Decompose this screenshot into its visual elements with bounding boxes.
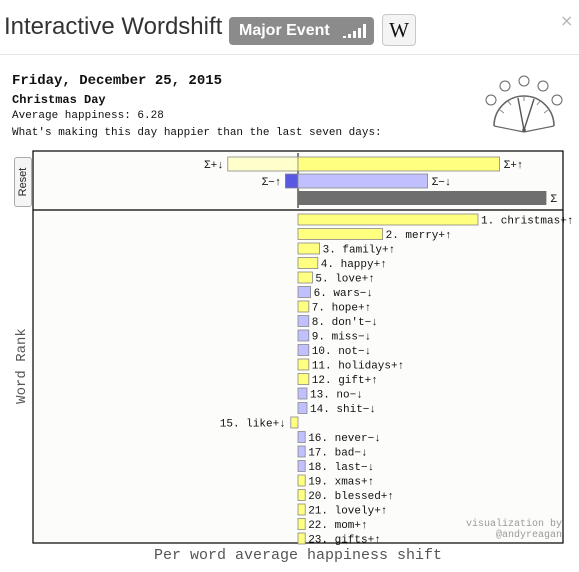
word-bar-3[interactable]	[297, 242, 321, 255]
word-label-11: 11. holidays+↑	[312, 361, 404, 373]
summary-label-neg_up: Σ−↑	[262, 177, 282, 189]
word-label-20: 20. blessed+↑	[308, 491, 394, 503]
word-label-8: 8. don't−↓	[312, 317, 378, 329]
word-label-17: 17. bad−↓	[308, 448, 367, 460]
word-bar-5[interactable]	[297, 271, 313, 284]
word-bar-1[interactable]	[297, 213, 479, 226]
word-bar-18[interactable]	[297, 460, 306, 472]
word-label-18: 18. last−↓	[308, 462, 374, 474]
word-label-2: 2. merry+↑	[386, 230, 452, 242]
word-label-5: 5. love+↑	[315, 274, 374, 286]
word-bar-22[interactable]	[297, 518, 306, 530]
word-bar-4[interactable]	[297, 257, 319, 269]
word-label-21: 21. lovely+↑	[308, 506, 387, 518]
word-bar-6[interactable]	[297, 286, 312, 298]
word-label-3: 3. family+↑	[323, 245, 396, 257]
word-label-1: 1. christmas+↑	[481, 216, 573, 228]
summary-bar-total[interactable]	[298, 191, 547, 205]
summary-label-pos_down: Σ+↓	[204, 160, 224, 172]
word-label-4: 4. happy+↑	[321, 259, 387, 271]
word-bar-8[interactable]	[297, 315, 310, 327]
wordshift-chart: Σ+↓ Σ+↑ Σ−↑ Σ−↓ Σ 1. christmas+↑ 2. merry+↑ 3.…	[32, 150, 573, 547]
word-bar-19[interactable]	[297, 474, 306, 487]
word-bar-7[interactable]	[297, 300, 310, 313]
word-label-9: 9. miss−↓	[312, 332, 371, 344]
word-bar-20[interactable]	[297, 489, 306, 501]
word-label-16: 16. never−↓	[308, 433, 381, 445]
y-axis-label: Word Rank	[14, 328, 30, 404]
summary-bar-neg_up[interactable]	[284, 173, 299, 189]
word-label-6: 6. wars−↓	[314, 288, 373, 300]
word-bar-15[interactable]	[290, 416, 299, 429]
summary-label-pos_up: Σ+↑	[504, 160, 524, 172]
word-bar-16[interactable]	[297, 431, 306, 443]
summary-label-neg_down: Σ−↓	[432, 177, 452, 189]
word-label-23: 23. gifts+↑	[308, 535, 381, 547]
summary-bar-pos_down[interactable]	[227, 156, 299, 172]
word-label-12: 12. gift+↑	[312, 375, 378, 387]
word-bar-13[interactable]	[297, 387, 308, 400]
word-bar-14[interactable]	[297, 402, 308, 414]
summary-label-total: Σ	[550, 194, 557, 206]
word-bar-11[interactable]	[297, 358, 310, 371]
word-bar-10[interactable]	[297, 344, 310, 356]
word-label-14: 14. shit−↓	[310, 404, 376, 416]
summary-bar-pos_up[interactable]	[297, 156, 501, 172]
word-bar-9[interactable]	[297, 329, 310, 342]
word-label-10: 10. not−↓	[312, 346, 371, 358]
word-label-7: 7. hope+↑	[312, 303, 371, 315]
word-bar-21[interactable]	[297, 503, 306, 516]
word-bar-17[interactable]	[297, 445, 306, 458]
word-bar-23[interactable]	[297, 532, 306, 545]
x-axis-label: Per word average happiness shift	[153, 547, 443, 564]
word-label-22: 22. mom+↑	[308, 520, 367, 532]
credit-line-2: @andyreagan	[495, 530, 562, 541]
summary-bar-neg_down[interactable]	[297, 173, 429, 189]
credit-line-1: visualization by	[465, 519, 562, 530]
word-bar-2[interactable]	[297, 228, 383, 240]
word-label-15: 15. like+↓	[220, 419, 286, 431]
word-label-13: 13. no−↓	[310, 390, 363, 402]
word-bar-12[interactable]	[297, 373, 310, 385]
word-label-19: 19. xmas+↑	[308, 477, 374, 489]
